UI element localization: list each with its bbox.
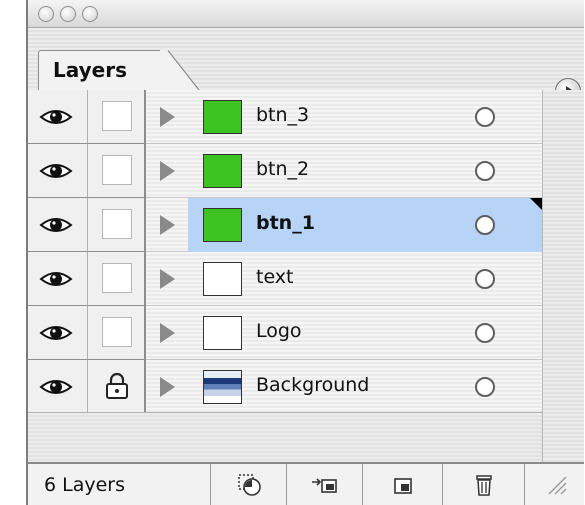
lock-toggle[interactable] xyxy=(88,360,146,414)
layer-name[interactable]: text xyxy=(256,266,294,288)
eye-icon xyxy=(39,326,73,340)
visibility-toggle[interactable] xyxy=(28,252,88,306)
visibility-toggle[interactable] xyxy=(28,306,88,360)
eye-icon xyxy=(39,272,73,286)
lock-toggle[interactable] xyxy=(88,252,146,306)
lock-empty-box xyxy=(102,155,132,185)
window-titlebar xyxy=(28,0,584,28)
lock-toggle[interactable] xyxy=(88,90,146,144)
scroll-gutter[interactable] xyxy=(542,90,584,470)
layer-thumbnail xyxy=(203,208,242,242)
resize-grip-area[interactable] xyxy=(524,464,584,505)
tab-bar: Layers xyxy=(28,28,584,104)
target-circle-icon[interactable] xyxy=(475,377,495,397)
layer-thumbnail xyxy=(203,154,242,188)
layer-name[interactable]: btn_3 xyxy=(256,104,309,126)
layer-thumbnail xyxy=(203,100,242,134)
lock-empty-box xyxy=(102,263,132,293)
layer-row[interactable]: text xyxy=(28,252,542,306)
layer-name[interactable]: Logo xyxy=(256,320,302,342)
lock-toggle[interactable] xyxy=(88,306,146,360)
visibility-toggle[interactable] xyxy=(28,90,88,144)
expand-triangle-icon[interactable] xyxy=(160,215,175,235)
eye-icon xyxy=(39,380,73,394)
target-circle-icon[interactable] xyxy=(475,323,495,343)
layers-panel: Layers btn_3 btn_2 btn_1text Logo Background… xyxy=(26,0,584,505)
target-circle-icon[interactable] xyxy=(475,107,495,127)
layer-thumbnail xyxy=(203,262,242,296)
layer-count: 6 Layers xyxy=(44,474,126,496)
visibility-toggle[interactable] xyxy=(28,198,88,252)
layer-name[interactable]: btn_1 xyxy=(256,212,315,234)
resize-grip-icon[interactable] xyxy=(545,473,567,495)
move-to-layer-icon xyxy=(311,478,337,493)
tab-layers[interactable]: Layers xyxy=(38,50,168,90)
tab-edge xyxy=(160,50,200,90)
layer-row[interactable]: btn_2 xyxy=(28,144,542,198)
release-to-layers-button[interactable] xyxy=(210,464,286,505)
expand-triangle-icon[interactable] xyxy=(160,161,175,181)
release-to-layers-icon xyxy=(237,474,261,496)
expand-triangle-icon[interactable] xyxy=(160,107,175,127)
layer-name[interactable]: Background xyxy=(256,374,369,396)
layer-thumbnail xyxy=(203,316,242,350)
minimize-window-button[interactable] xyxy=(60,6,76,22)
expand-triangle-icon[interactable] xyxy=(160,377,175,397)
target-circle-icon[interactable] xyxy=(475,215,495,235)
eye-icon xyxy=(39,164,73,178)
move-to-layer-button[interactable] xyxy=(286,464,362,505)
panel-footer: 6 Layers xyxy=(28,462,584,505)
layer-row[interactable]: btn_3 xyxy=(28,90,542,144)
target-circle-icon[interactable] xyxy=(475,161,495,181)
new-layer-icon xyxy=(393,478,412,494)
lock-empty-box xyxy=(102,317,132,347)
lock-toggle[interactable] xyxy=(88,198,146,252)
lock-icon xyxy=(106,372,128,399)
zoom-window-button[interactable] xyxy=(82,6,98,22)
lock-toggle[interactable] xyxy=(88,144,146,198)
layers-list: btn_3 btn_2 btn_1text Logo Background xyxy=(28,90,542,414)
eye-icon xyxy=(39,110,73,124)
layer-name[interactable]: btn_2 xyxy=(256,158,309,180)
layer-row[interactable]: btn_1 xyxy=(28,198,542,252)
selected-art-indicator xyxy=(530,198,542,210)
eye-icon xyxy=(39,218,73,232)
new-layer-button[interactable] xyxy=(362,464,442,505)
lock-empty-box xyxy=(102,209,132,239)
target-circle-icon[interactable] xyxy=(475,269,495,289)
expand-triangle-icon[interactable] xyxy=(160,269,175,289)
close-window-button[interactable] xyxy=(38,6,54,22)
layer-thumbnail xyxy=(203,370,242,404)
visibility-toggle[interactable] xyxy=(28,144,88,198)
layer-row[interactable]: Background xyxy=(28,360,542,414)
expand-triangle-icon[interactable] xyxy=(160,323,175,343)
layer-row[interactable]: Logo xyxy=(28,306,542,360)
visibility-toggle[interactable] xyxy=(28,360,88,414)
lock-empty-box xyxy=(102,101,132,131)
delete-layer-button[interactable] xyxy=(442,464,524,505)
trash-icon xyxy=(475,475,492,496)
